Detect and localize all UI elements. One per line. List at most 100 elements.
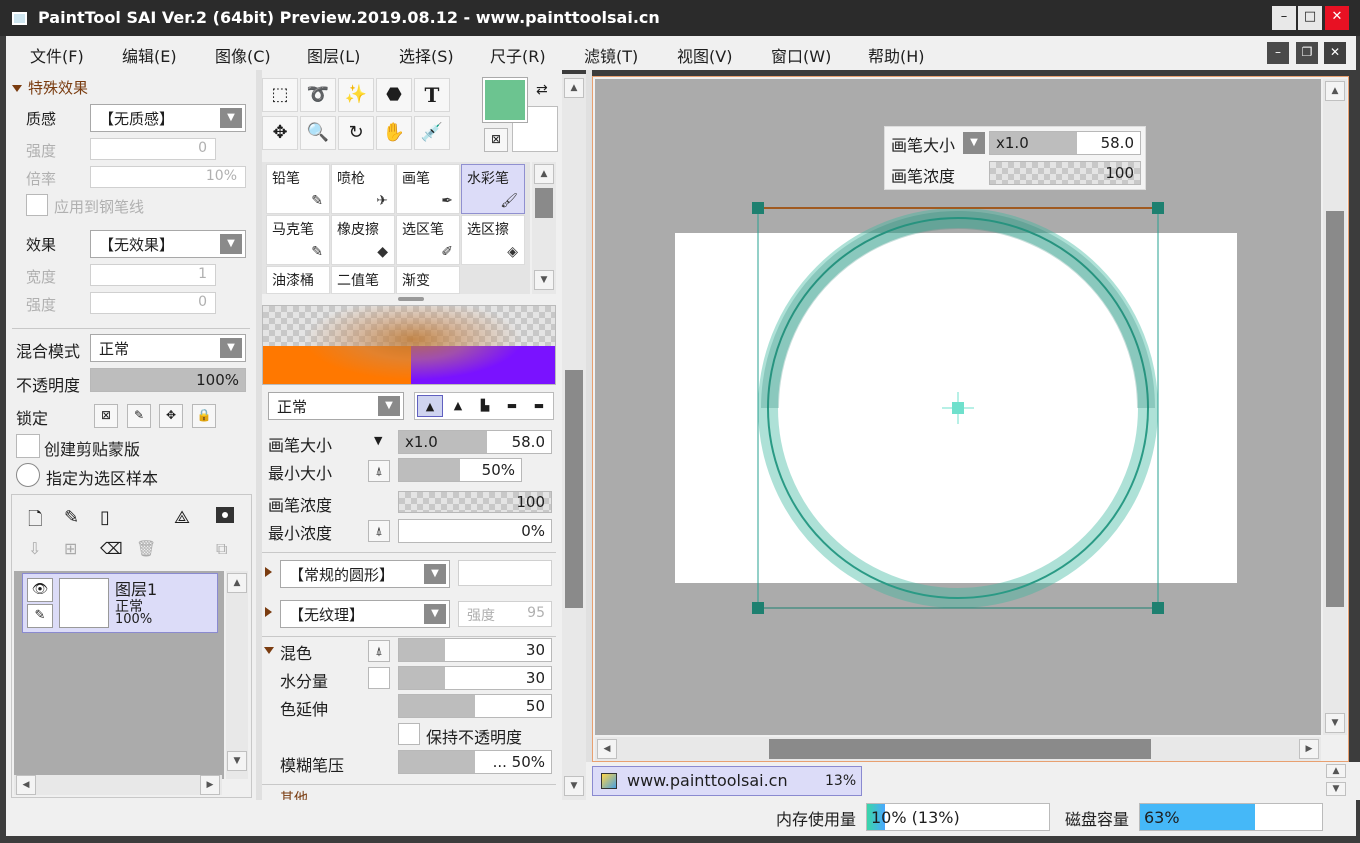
hand-icon[interactable]: ✋ xyxy=(376,116,412,150)
scroll-up-icon[interactable]: ▲ xyxy=(1325,81,1345,101)
eye-icon[interactable]: 👁 xyxy=(27,578,53,602)
canvas-viewport[interactable]: 画笔大小 ▼ x1.0 58.0 画笔浓度 100 xyxy=(595,79,1321,735)
lock-move-icon[interactable]: ✥ xyxy=(159,404,183,428)
layer-row[interactable]: 👁 ✎ 图层1 正常 100% xyxy=(22,573,218,633)
chevron-down-icon[interactable]: ▼ xyxy=(374,434,382,447)
doc-restore-button[interactable]: ❐ xyxy=(1296,42,1318,64)
doc-tab[interactable]: www.painttoolsai.cn 13% xyxy=(592,766,862,796)
maximize-button[interactable]: □ xyxy=(1298,6,1322,30)
edge-sharp-icon[interactable]: ▲ xyxy=(417,395,443,417)
menu-help[interactable]: 帮助(H) xyxy=(868,43,925,67)
brush-texture-dropdown[interactable]: 【无纹理】 ▼ xyxy=(280,600,450,628)
lock-all-icon[interactable]: 🔒 xyxy=(192,404,216,428)
clear-layer-icon[interactable]: ⌫ xyxy=(100,539,123,558)
pressure-blend-icon[interactable]: ⍋ xyxy=(368,640,390,662)
blur-slider[interactable]: ... 50% xyxy=(398,750,552,774)
menu-filter[interactable]: 滤镜(T) xyxy=(584,43,638,67)
merge-selected-icon[interactable]: ⧉ xyxy=(216,539,227,559)
min-density-slider[interactable]: 0% xyxy=(398,519,552,543)
center-crosshair[interactable] xyxy=(942,392,974,424)
scroll-down-icon[interactable]: ▼ xyxy=(1325,713,1345,733)
layer-effect-icon[interactable] xyxy=(216,507,234,523)
texture-strength-field[interactable]: 强度 95 xyxy=(458,601,552,627)
edge-round-icon[interactable]: ▙ xyxy=(472,395,498,417)
water-pressure-checkbox[interactable] xyxy=(368,667,390,689)
scroll-down-icon[interactable]: ▼ xyxy=(534,270,554,290)
menu-layer[interactable]: 图层(L) xyxy=(307,43,360,67)
tex-scale-field[interactable]: 10% xyxy=(90,166,246,188)
tool-panel-scrollbar[interactable]: ▲ ▼ xyxy=(562,74,586,800)
transparent-color-icon[interactable]: ⊠ xyxy=(484,128,508,152)
tab-scroll-up-icon[interactable]: ▲ xyxy=(1326,764,1346,778)
opacity-slider[interactable]: 100% xyxy=(90,368,246,392)
rect-select-icon[interactable]: ⬚ xyxy=(262,78,298,112)
menu-window[interactable]: 窗口(W) xyxy=(771,43,831,67)
scroll-right-icon[interactable]: ▶ xyxy=(200,775,220,795)
menu-select[interactable]: 选择(S) xyxy=(399,43,454,67)
brush-eraser[interactable]: 橡皮擦 ◆ xyxy=(331,215,395,265)
menu-ruler[interactable]: 尺子(R) xyxy=(490,43,546,67)
layer-mask-icon[interactable]: ⟁ xyxy=(174,507,190,528)
delete-layer-icon[interactable]: 🗑 xyxy=(136,539,156,558)
scroll-thumb[interactable] xyxy=(565,370,583,608)
scroll-up-icon[interactable]: ▲ xyxy=(227,573,247,593)
blend-mode-dropdown[interactable]: 正常 ▼ xyxy=(90,334,246,362)
edge-flat-icon[interactable]: ▬ xyxy=(499,395,525,417)
lasso-icon[interactable]: ➰ xyxy=(300,78,336,112)
chevron-down-icon[interactable]: ▼ xyxy=(963,132,985,154)
pressure-density-icon[interactable]: ⍋ xyxy=(368,520,390,542)
edge-square-icon[interactable]: ▬ xyxy=(526,395,552,417)
extend-slider[interactable]: 50 xyxy=(398,694,552,718)
new-folder-icon[interactable]: ▯ xyxy=(100,507,110,528)
brush-pencil[interactable]: 铅笔 ✎ xyxy=(266,164,330,214)
brush-binary-pen[interactable]: 二值笔 xyxy=(331,266,395,294)
brush-bucket[interactable]: 油漆桶 xyxy=(266,266,330,294)
swap-colors-icon[interactable]: ⇄ xyxy=(536,82,548,98)
pencil-icon[interactable]: ✎ xyxy=(27,604,53,628)
brush-size-slider[interactable]: x1.0 58.0 xyxy=(398,430,552,454)
effect-strength-field[interactable]: 0 xyxy=(90,292,216,314)
scroll-up-icon[interactable]: ▲ xyxy=(564,78,584,98)
effect-dropdown[interactable]: 【无效果】 ▼ xyxy=(90,230,246,258)
zoom-icon[interactable]: 🔍 xyxy=(300,116,336,150)
brush-airbrush[interactable]: 喷枪 ✈ xyxy=(331,164,395,214)
new-pen-layer-icon[interactable]: ✎ xyxy=(64,507,79,528)
new-layer-icon[interactable]: 🗋 xyxy=(28,507,42,537)
scroll-right-icon[interactable]: ▶ xyxy=(1299,739,1319,759)
blend-collapse-icon[interactable] xyxy=(264,647,274,654)
lock-paint-icon[interactable]: ✎ xyxy=(127,404,151,428)
grip-handle[interactable] xyxy=(398,297,424,301)
edge-soft-icon[interactable]: ▲ xyxy=(445,395,471,417)
pressure-size-icon[interactable]: ⍋ xyxy=(368,460,390,482)
menu-view[interactable]: 视图(V) xyxy=(677,43,732,67)
min-size-slider[interactable]: 50% xyxy=(398,458,522,482)
doc-close-button[interactable]: ✕ xyxy=(1324,42,1346,64)
blend-slider[interactable]: 30 xyxy=(398,638,552,662)
canvas-hscrollbar[interactable]: ◀ ▶ xyxy=(595,737,1321,761)
brush-marker[interactable]: 马克笔 ✎ xyxy=(266,215,330,265)
magic-wand-icon[interactable]: ✨ xyxy=(338,78,374,112)
brush-watercolor[interactable]: 水彩笔 🖌 xyxy=(461,164,525,214)
tex-strength-field[interactable]: 0 xyxy=(90,138,216,160)
brush-grid-scrollbar[interactable]: ▲ ▼ xyxy=(532,162,556,294)
minimize-button[interactable]: – xyxy=(1272,6,1296,30)
handle-top-right[interactable] xyxy=(1152,202,1164,214)
hud-size-slider[interactable]: x1.0 58.0 xyxy=(989,131,1141,155)
handle-top-left[interactable] xyxy=(752,202,764,214)
menu-file[interactable]: 文件(F) xyxy=(30,43,84,67)
add-layer-icon[interactable]: ⊞ xyxy=(64,539,77,558)
texture-dropdown[interactable]: 【无质感】 ▼ xyxy=(90,104,246,132)
menu-edit[interactable]: 编辑(E) xyxy=(122,43,177,67)
doc-minimize-button[interactable]: – xyxy=(1267,42,1289,64)
brush-density-slider[interactable]: 100 xyxy=(398,491,552,513)
shape-expand-icon[interactable] xyxy=(265,567,272,577)
merge-down-icon[interactable]: ⇩ xyxy=(28,539,41,558)
brush-select-pen[interactable]: 选区笔 ✐ xyxy=(396,215,460,265)
brush-gradient[interactable]: 渐变 xyxy=(396,266,460,294)
texture-expand-icon[interactable] xyxy=(265,607,272,617)
scroll-down-icon[interactable]: ▼ xyxy=(227,751,247,771)
scroll-thumb[interactable] xyxy=(1326,211,1344,607)
text-tool-icon[interactable]: T xyxy=(414,78,450,112)
scroll-up-icon[interactable]: ▲ xyxy=(534,164,554,184)
primary-color-swatch[interactable] xyxy=(482,77,528,123)
